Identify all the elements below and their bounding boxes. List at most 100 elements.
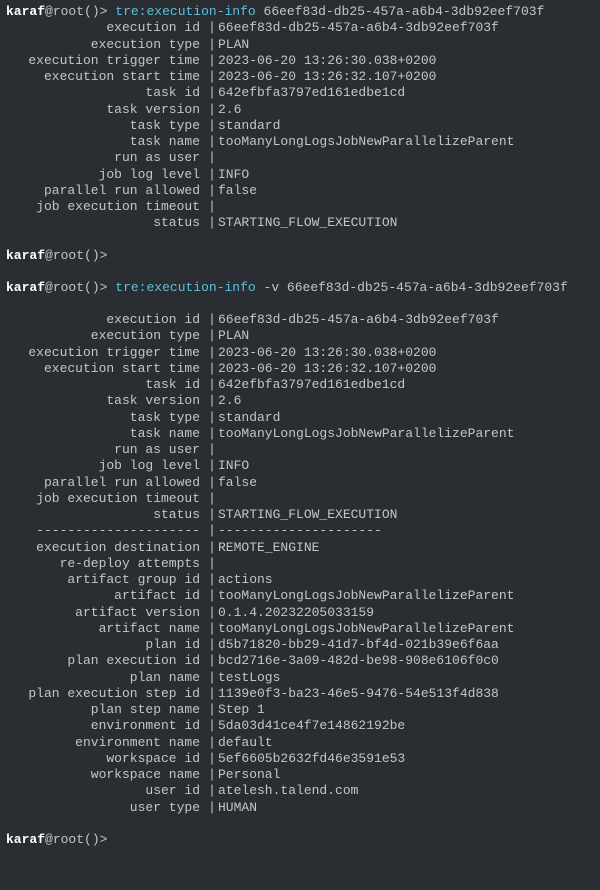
kv-separator: | <box>206 377 218 393</box>
kv-key: task version <box>6 102 206 118</box>
kv-key: run as user <box>6 442 206 458</box>
kv-value: tooManyLongLogsJobNewParallelizeParent <box>218 426 594 442</box>
kv-separator: | <box>206 20 218 36</box>
kv-row: execution start time|2023-06-20 13:26:32… <box>6 361 594 377</box>
kv-key: execution destination <box>6 540 206 556</box>
kv-key: plan execution step id <box>6 686 206 702</box>
prompt-at: @ <box>45 832 53 847</box>
kv-value <box>218 556 594 572</box>
empty-line <box>6 816 594 832</box>
kv-key: execution id <box>6 312 206 328</box>
kv-separator: | <box>206 53 218 69</box>
kv-separator: | <box>206 183 218 199</box>
kv-separator: | <box>206 426 218 442</box>
kv-key: user id <box>6 783 206 799</box>
command-1: tre:execution-info <box>115 4 255 19</box>
kv-separator: | <box>206 507 218 523</box>
kv-value: PLAN <box>218 328 594 344</box>
kv-value: STARTING_FLOW_EXECUTION <box>218 215 594 231</box>
prompt-parens: () <box>84 832 100 847</box>
kv-separator: | <box>206 134 218 150</box>
kv-separator: | <box>206 686 218 702</box>
kv-key: execution type <box>6 328 206 344</box>
prompt-at: @ <box>45 280 53 295</box>
kv-separator: | <box>206 637 218 653</box>
prompt-arrow: > <box>100 248 108 263</box>
kv-row: execution type|PLAN <box>6 37 594 53</box>
kv-value: tooManyLongLogsJobNewParallelizeParent <box>218 621 594 637</box>
kv-separator: | <box>206 393 218 409</box>
kv-separator: | <box>206 328 218 344</box>
kv-row: task type|standard <box>6 410 594 426</box>
kv-value: atelesh.talend.com <box>218 783 594 799</box>
prompt-user: karaf <box>6 280 45 295</box>
kv-key: execution type <box>6 37 206 53</box>
kv-key: workspace id <box>6 751 206 767</box>
prompt-parens: () <box>84 4 100 19</box>
terminal[interactable]: karaf@root()> tre:execution-info 66eef83… <box>0 0 600 852</box>
kv-key: execution trigger time <box>6 345 206 361</box>
kv-separator: | <box>206 605 218 621</box>
kv-key: artifact id <box>6 588 206 604</box>
kv-separator: | <box>206 540 218 556</box>
kv-row: job execution timeout| <box>6 199 594 215</box>
kv-separator: | <box>206 150 218 166</box>
kv-separator: | <box>206 735 218 751</box>
kv-row: execution trigger time|2023-06-20 13:26:… <box>6 345 594 361</box>
kv-separator: | <box>206 102 218 118</box>
kv-value: 2023-06-20 13:26:30.038+0200 <box>218 345 594 361</box>
kv-key: plan execution id <box>6 653 206 669</box>
kv-row: execution type|PLAN <box>6 328 594 344</box>
kv-row: artifact version|0.1.4.20232205033159 <box>6 605 594 621</box>
kv-key: execution id <box>6 20 206 36</box>
kv-value: tooManyLongLogsJobNewParallelizeParent <box>218 134 594 150</box>
kv-row: plan name|testLogs <box>6 670 594 686</box>
command-2-arg: -v 66eef83d-db25-457a-a6b4-3db92eef703f <box>256 280 568 295</box>
kv-value: d5b71820-bb29-41d7-bf4d-021b39e6f6aa <box>218 637 594 653</box>
kv-value: false <box>218 183 594 199</box>
kv-separator: | <box>206 215 218 231</box>
output-block-2a: execution id|66eef83d-db25-457a-a6b4-3db… <box>6 312 594 523</box>
kv-value: false <box>218 475 594 491</box>
kv-row: user type|HUMAN <box>6 800 594 816</box>
kv-row: run as user| <box>6 150 594 166</box>
kv-key: plan step name <box>6 702 206 718</box>
kv-row: job log level|INFO <box>6 167 594 183</box>
kv-value: 1139e0f3-ba23-46e5-9476-54e513f4d838 <box>218 686 594 702</box>
kv-key: plan name <box>6 670 206 686</box>
prompt-user: karaf <box>6 832 45 847</box>
kv-value: standard <box>218 410 594 426</box>
kv-key: run as user <box>6 150 206 166</box>
kv-separator: | <box>206 800 218 816</box>
kv-value <box>218 199 594 215</box>
kv-separator: | <box>206 199 218 215</box>
kv-row: plan execution id|bcd2716e-3a09-482d-be9… <box>6 653 594 669</box>
kv-value <box>218 150 594 166</box>
kv-row: artifact group id|actions <box>6 572 594 588</box>
kv-value: bcd2716e-3a09-482d-be98-908e6106f0c0 <box>218 653 594 669</box>
kv-row: task type|standard <box>6 118 594 134</box>
kv-row: execution trigger time|2023-06-20 13:26:… <box>6 53 594 69</box>
kv-row: environment id|5da03d41ce4f7e14862192be <box>6 718 594 734</box>
kv-separator: | <box>206 345 218 361</box>
divider-sep: | <box>206 523 218 539</box>
kv-value: REMOTE_ENGINE <box>218 540 594 556</box>
kv-value: PLAN <box>218 37 594 53</box>
kv-key: status <box>6 215 206 231</box>
kv-separator: | <box>206 85 218 101</box>
kv-row: task version|2.6 <box>6 102 594 118</box>
kv-row: artifact name|tooManyLongLogsJobNewParal… <box>6 621 594 637</box>
kv-separator: | <box>206 475 218 491</box>
kv-row: re-deploy attempts| <box>6 556 594 572</box>
kv-separator: | <box>206 588 218 604</box>
kv-separator: | <box>206 653 218 669</box>
kv-key: job execution timeout <box>6 199 206 215</box>
kv-separator: | <box>206 410 218 426</box>
kv-key: task name <box>6 426 206 442</box>
command-2: tre:execution-info <box>115 280 255 295</box>
prompt-user: karaf <box>6 248 45 263</box>
kv-key: artifact name <box>6 621 206 637</box>
empty-line <box>6 296 594 312</box>
kv-key: environment id <box>6 718 206 734</box>
kv-key: user type <box>6 800 206 816</box>
